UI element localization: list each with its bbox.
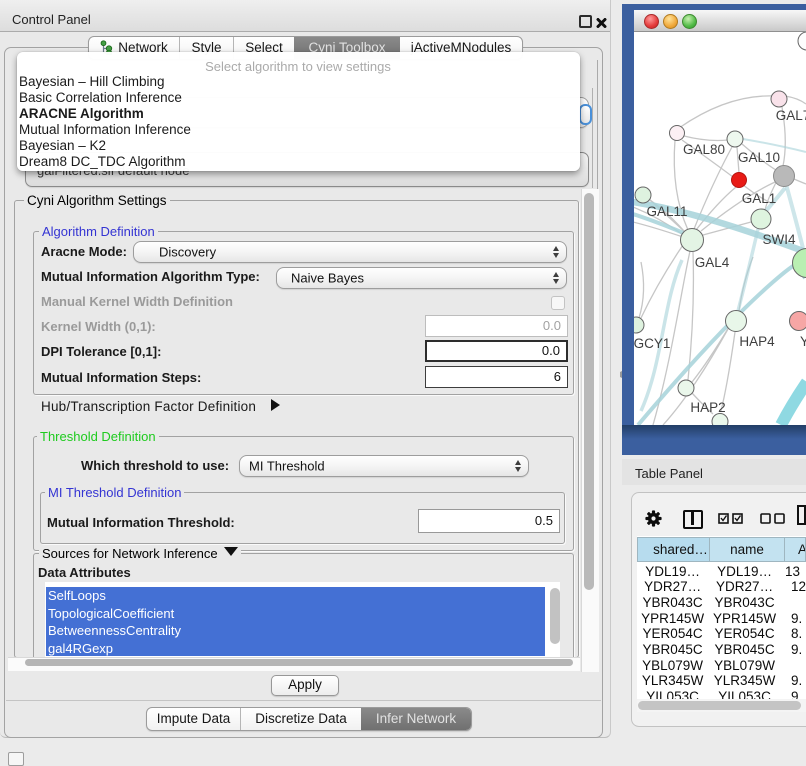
svg-text:GAL7: GAL7 (776, 108, 806, 123)
svg-text:GAL4: GAL4 (695, 255, 730, 270)
svg-text:GAL80: GAL80 (683, 142, 725, 157)
svg-text:HAP2: HAP2 (690, 400, 725, 415)
svg-text:HAP4: HAP4 (739, 334, 775, 349)
svg-text:GAL1: GAL1 (742, 191, 777, 206)
svg-text:SWI4: SWI4 (762, 232, 795, 247)
svg-text:YK: YK (800, 334, 806, 349)
svg-text:GCY1: GCY1 (634, 336, 670, 351)
svg-text:GAL11: GAL11 (646, 204, 687, 219)
svg-text:GAL10: GAL10 (738, 150, 780, 165)
